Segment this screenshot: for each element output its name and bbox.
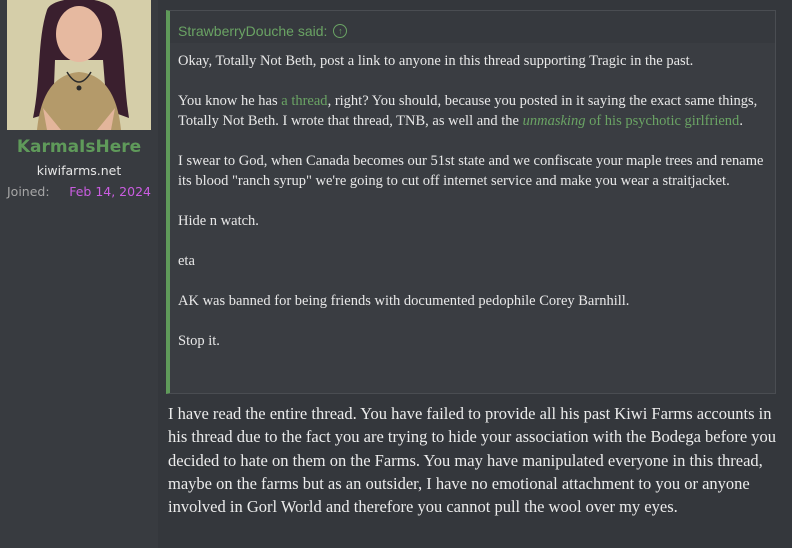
thread-link[interactable]: a thread bbox=[281, 93, 327, 109]
username[interactable]: KarmaIsHere bbox=[0, 137, 158, 157]
text-fragment: You know he has bbox=[178, 93, 282, 109]
joined-date: Feb 14, 2024 bbox=[69, 184, 151, 199]
text-fragment: . bbox=[739, 113, 743, 129]
quote-paragraph: eta bbox=[178, 253, 195, 269]
arrow-up-circle-icon[interactable]: ↑ bbox=[333, 24, 348, 38]
quote-paragraph: Stop it. bbox=[178, 333, 220, 349]
quote-paragraph: I swear to God, when Canada becomes our … bbox=[178, 153, 764, 189]
user-title: kiwifarms.net bbox=[36, 163, 122, 178]
quote-author[interactable]: StrawberryDouche said: bbox=[178, 23, 327, 39]
quote-content: Okay, Totally Not Beth, post a link to a… bbox=[170, 43, 775, 351]
girlfriend-link[interactable]: of his psychotic girlfriend bbox=[585, 113, 739, 129]
quote-paragraph: AK was banned for being friends with doc… bbox=[178, 293, 630, 309]
quote-header[interactable]: StrawberryDouche said: ↑ bbox=[170, 11, 775, 43]
avatar[interactable] bbox=[7, 0, 151, 130]
quote-paragraph: You know he has a thread, right? You sho… bbox=[178, 91, 767, 131]
quote-block: StrawberryDouche said: ↑ Okay, Totally N… bbox=[166, 10, 776, 394]
joined-label: Joined: bbox=[7, 184, 50, 199]
reply-text: I have read the entire thread. You have … bbox=[168, 404, 777, 517]
quote-paragraph: Okay, Totally Not Beth, post a link to a… bbox=[178, 53, 694, 69]
joined-row: Joined: Feb 14, 2024 bbox=[7, 184, 153, 199]
quote-paragraph: Hide n watch. bbox=[178, 213, 259, 229]
unmasking-link[interactable]: unmasking bbox=[523, 113, 586, 129]
user-sidebar: KarmaIsHere kiwifarms.net Joined: Feb 14… bbox=[0, 0, 158, 548]
